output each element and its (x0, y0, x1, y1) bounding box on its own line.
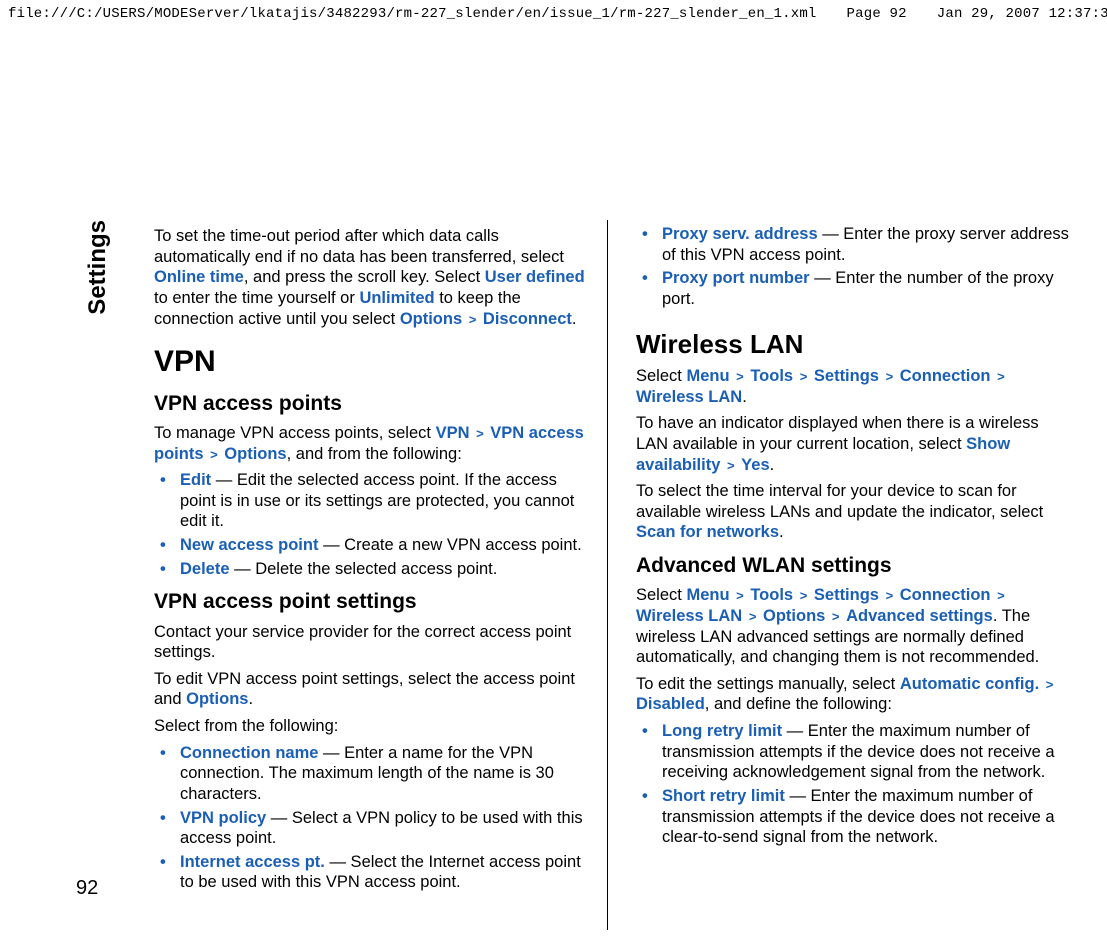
para-contact-provider: Contact your service provider for the co… (154, 622, 587, 663)
hl-yes: Yes (741, 456, 769, 474)
hl-wireless-lan: Wireless LAN (636, 388, 742, 406)
hl-internet-access-pt: Internet access pt. (180, 853, 325, 871)
content-area: Settings 92 To set the time-out period a… (56, 220, 1089, 930)
hl-edit: Edit (180, 471, 211, 489)
hl-disabled: Disabled (636, 695, 705, 713)
chevron-icon: > (208, 447, 220, 462)
section-tab-label: Settings (84, 220, 112, 315)
list-item: Proxy port number — Enter the number of … (656, 268, 1069, 309)
heading-wireless-lan: Wireless LAN (636, 328, 1069, 361)
para-scan-networks: To select the time interval for your dev… (636, 481, 1069, 543)
chevron-icon: > (747, 609, 759, 624)
para-edit-vpn-ap: To edit VPN access point settings, selec… (154, 669, 587, 710)
para-online-time: To set the time-out period after which d… (154, 226, 587, 329)
chevron-icon: > (995, 369, 1007, 384)
para-automatic-config: To edit the settings manually, select Au… (636, 674, 1069, 715)
hl-tools: Tools (750, 586, 793, 604)
hl-menu: Menu (686, 367, 729, 385)
hl-online-time: Online time (154, 268, 244, 286)
heading-vpn: VPN (154, 343, 587, 381)
hl-short-retry-limit: Short retry limit (662, 787, 785, 805)
chevron-icon: > (830, 609, 842, 624)
chevron-icon: > (474, 426, 486, 441)
chevron-icon: > (884, 588, 896, 603)
chevron-icon: > (995, 588, 1007, 603)
hl-delete: Delete (180, 560, 230, 578)
columns: To set the time-out period after which d… (126, 220, 1089, 930)
list-item: VPN policy — Select a VPN policy to be u… (174, 808, 587, 849)
para-select-following: Select from the following: (154, 716, 587, 737)
column-right: Proxy serv. address — Enter the proxy se… (608, 220, 1089, 930)
list-item: New access point — Create a new VPN acce… (174, 535, 587, 556)
heading-vpn-ap-settings: VPN access point settings (154, 589, 587, 615)
para-wlan-nav: Select Menu > Tools > Settings > Connect… (636, 366, 1069, 407)
chevron-icon: > (798, 369, 810, 384)
print-header: file:///C:/USERS/MODEServer/lkatajis/348… (0, 0, 1107, 26)
hl-new-access-point: New access point (180, 536, 318, 554)
list-item: Proxy serv. address — Enter the proxy se… (656, 224, 1069, 265)
list-item: Internet access pt. — Select the Interne… (174, 852, 587, 893)
hl-automatic-config: Automatic config. (900, 675, 1039, 693)
list-proxy: Proxy serv. address — Enter the proxy se… (636, 224, 1069, 310)
hl-proxy-serv-address: Proxy serv. address (662, 225, 818, 243)
list-item: Connection name — Enter a name for the V… (174, 743, 587, 805)
hl-advanced-settings: Advanced settings (846, 607, 993, 625)
hl-connection: Connection (900, 367, 991, 385)
page-number: 92 (76, 877, 98, 900)
hl-settings: Settings (814, 367, 879, 385)
heading-advanced-wlan: Advanced WLAN settings (636, 553, 1069, 579)
list-vpn-ap: Edit — Edit the selected access point. I… (154, 470, 587, 579)
hl-options: Options (186, 690, 248, 708)
side-tab: Settings 92 (56, 220, 126, 930)
heading-vpn-access-points: VPN access points (154, 391, 587, 417)
chevron-icon: > (734, 369, 746, 384)
para-adv-nav: Select Menu > Tools > Settings > Connect… (636, 585, 1069, 668)
page-indicator: Page 92 (817, 6, 907, 22)
list-retry-limits: Long retry limit — Enter the maximum num… (636, 721, 1069, 848)
chevron-icon: > (467, 312, 479, 327)
hl-connection-name: Connection name (180, 744, 318, 762)
hl-long-retry-limit: Long retry limit (662, 722, 782, 740)
hl-wireless-lan: Wireless LAN (636, 607, 742, 625)
hl-vpn: VPN (436, 424, 470, 442)
chevron-icon: > (798, 588, 810, 603)
para-show-availability: To have an indicator displayed when ther… (636, 413, 1069, 475)
hl-options: Options (400, 310, 462, 328)
list-item: Short retry limit — Enter the maximum nu… (656, 786, 1069, 848)
para-vpn-ap-nav: To manage VPN access points, select VPN … (154, 423, 587, 464)
list-item: Long retry limit — Enter the maximum num… (656, 721, 1069, 783)
hl-disconnect: Disconnect (483, 310, 572, 328)
page-root: file:///C:/USERS/MODEServer/lkatajis/348… (0, 0, 1107, 940)
hl-tools: Tools (750, 367, 793, 385)
hl-menu: Menu (686, 586, 729, 604)
hl-user-defined: User defined (485, 268, 585, 286)
list-item: Delete — Delete the selected access poin… (174, 559, 587, 580)
hl-unlimited: Unlimited (359, 289, 434, 307)
hl-proxy-port-number: Proxy port number (662, 269, 810, 287)
chevron-icon: > (725, 458, 737, 473)
list-vpn-aps: Connection name — Enter a name for the V… (154, 743, 587, 893)
file-url: file:///C:/USERS/MODEServer/lkatajis/348… (8, 6, 817, 22)
chevron-icon: > (1044, 677, 1056, 692)
hl-connection: Connection (900, 586, 991, 604)
hl-options: Options (763, 607, 825, 625)
hl-vpn-policy: VPN policy (180, 809, 266, 827)
timestamp: Jan 29, 2007 12:37:36 PM (907, 6, 1107, 22)
chevron-icon: > (884, 369, 896, 384)
list-item: Edit — Edit the selected access point. I… (174, 470, 587, 532)
hl-options: Options (224, 445, 286, 463)
column-left: To set the time-out period after which d… (126, 220, 608, 930)
hl-settings: Settings (814, 586, 879, 604)
hl-scan-for-networks: Scan for networks (636, 523, 779, 541)
chevron-icon: > (734, 588, 746, 603)
